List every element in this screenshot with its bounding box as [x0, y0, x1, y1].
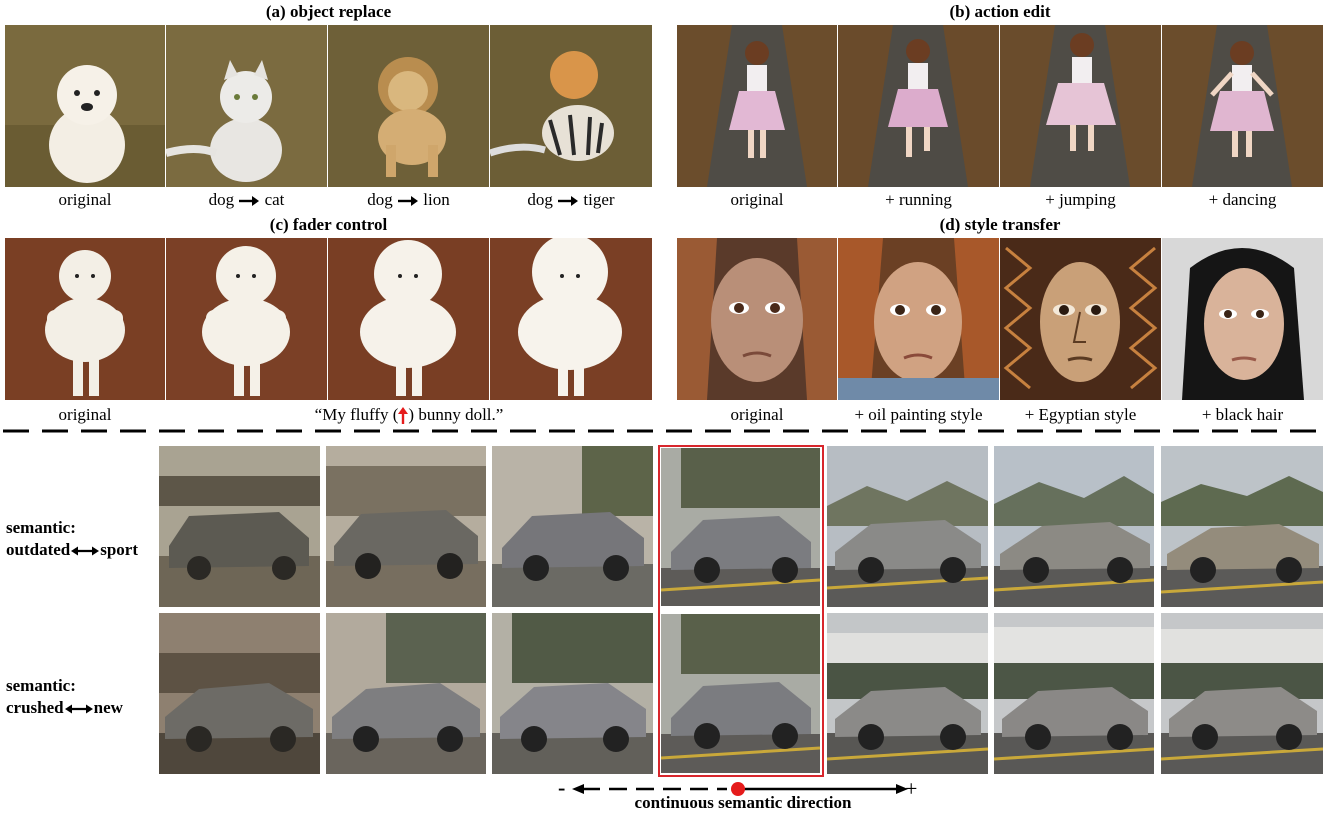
- caption-b-jumping: + jumping: [1045, 190, 1116, 209]
- caption-c-prompt: “My fluffy ( ) bunny doll.”: [166, 405, 652, 425]
- axis-label: continuous semantic direction: [634, 793, 852, 812]
- right-arrow-icon: [398, 196, 419, 207]
- caption-d-black-hair: + black hair: [1201, 405, 1284, 424]
- right-arrow-icon: [239, 196, 260, 207]
- row-1-line1: semantic:: [6, 518, 76, 537]
- image-car-outdated-3: [159, 446, 320, 607]
- double-arrow-icon: [71, 546, 100, 556]
- caption-a-cat: cat: [264, 190, 285, 209]
- image-face-oil-painting: [838, 238, 999, 400]
- right-arrow-icon: [558, 196, 579, 207]
- image-car-sport-2: [994, 446, 1154, 607]
- caption-a-dog-1: dog: [208, 190, 235, 209]
- image-dog-to-lion: [328, 25, 489, 187]
- image-bunny-fader-1: [166, 238, 327, 400]
- panel-c-title: (c) fader control: [269, 215, 388, 234]
- caption-b-running: + running: [885, 190, 952, 209]
- row-2-right-term: new: [93, 698, 123, 717]
- panel-b-title: (b) action edit: [949, 2, 1051, 21]
- caption-a-original: original: [58, 190, 112, 209]
- image-car-outdated-2: [326, 446, 486, 607]
- caption-b-original: original: [730, 190, 784, 209]
- caption-b-dancing: + dancing: [1208, 190, 1277, 209]
- up-arrow-icon: [398, 407, 409, 425]
- caption-a-dog-tiger: dog tiger: [490, 190, 652, 210]
- caption-a-lion: lion: [423, 190, 450, 209]
- caption-d-original: original: [730, 405, 784, 424]
- row-1-left-term: outdated: [6, 540, 71, 559]
- image-dog-to-tiger: [490, 25, 652, 187]
- image-girl-running: [838, 25, 999, 187]
- image-car-sport-1: [827, 446, 988, 607]
- panel-d-title: (d) style transfer: [939, 215, 1061, 234]
- image-dog-original: [5, 25, 165, 187]
- image-girl-original: [677, 25, 837, 187]
- image-car-crushed-1: [492, 613, 653, 774]
- image-bunny-original: [5, 238, 165, 400]
- caption-d-oil-painting: + oil painting style: [854, 405, 983, 424]
- row-1-line2: outdated sport: [6, 539, 138, 561]
- image-car-crushed-2: [326, 613, 486, 774]
- caption-a-dog-cat: dog cat: [166, 190, 327, 210]
- row-2-line1: semantic:: [6, 676, 76, 695]
- image-car-new-1: [827, 613, 988, 774]
- row-1-right-term: sport: [100, 540, 139, 559]
- double-arrow-icon: [64, 704, 93, 714]
- row-label-outdated-sport: semantic: outdated sport: [6, 517, 138, 561]
- image-bunny-fader-2: [328, 238, 489, 400]
- image-face-original: [677, 238, 837, 400]
- original-highlight-frame: [658, 445, 824, 777]
- image-face-egyptian: [1000, 238, 1161, 400]
- image-car-outdated-1: [492, 446, 653, 607]
- dashed-separator: [3, 429, 1324, 433]
- image-bunny-fader-3: [490, 238, 652, 400]
- image-car-crushed-3: [159, 613, 320, 774]
- caption-a-dog-2: dog: [367, 190, 393, 209]
- caption-a-dog-3: dog: [527, 190, 553, 209]
- caption-c-original: original: [58, 405, 112, 424]
- caption-a-dog-lion: dog lion: [328, 190, 489, 210]
- image-car-new-3: [1161, 613, 1323, 774]
- image-dog-to-cat: [166, 25, 327, 187]
- caption-c-prompt-start: “My fluffy (: [314, 405, 399, 424]
- row-2-left-term: crushed: [6, 698, 64, 717]
- image-face-black-hair: [1162, 238, 1323, 400]
- image-car-new-2: [994, 613, 1154, 774]
- image-girl-dancing: [1162, 25, 1323, 187]
- row-2-line2: crushed new: [6, 697, 123, 719]
- image-car-sport-3: [1161, 446, 1323, 607]
- caption-d-egyptian: + Egyptian style: [1024, 405, 1137, 424]
- panel-a-title: (a) object replace: [265, 2, 392, 21]
- image-girl-jumping: [1000, 25, 1161, 187]
- caption-a-tiger: tiger: [583, 190, 615, 209]
- caption-c-prompt-end: ) bunny doll.”: [408, 405, 504, 424]
- row-label-crushed-new: semantic: crushed new: [6, 675, 123, 719]
